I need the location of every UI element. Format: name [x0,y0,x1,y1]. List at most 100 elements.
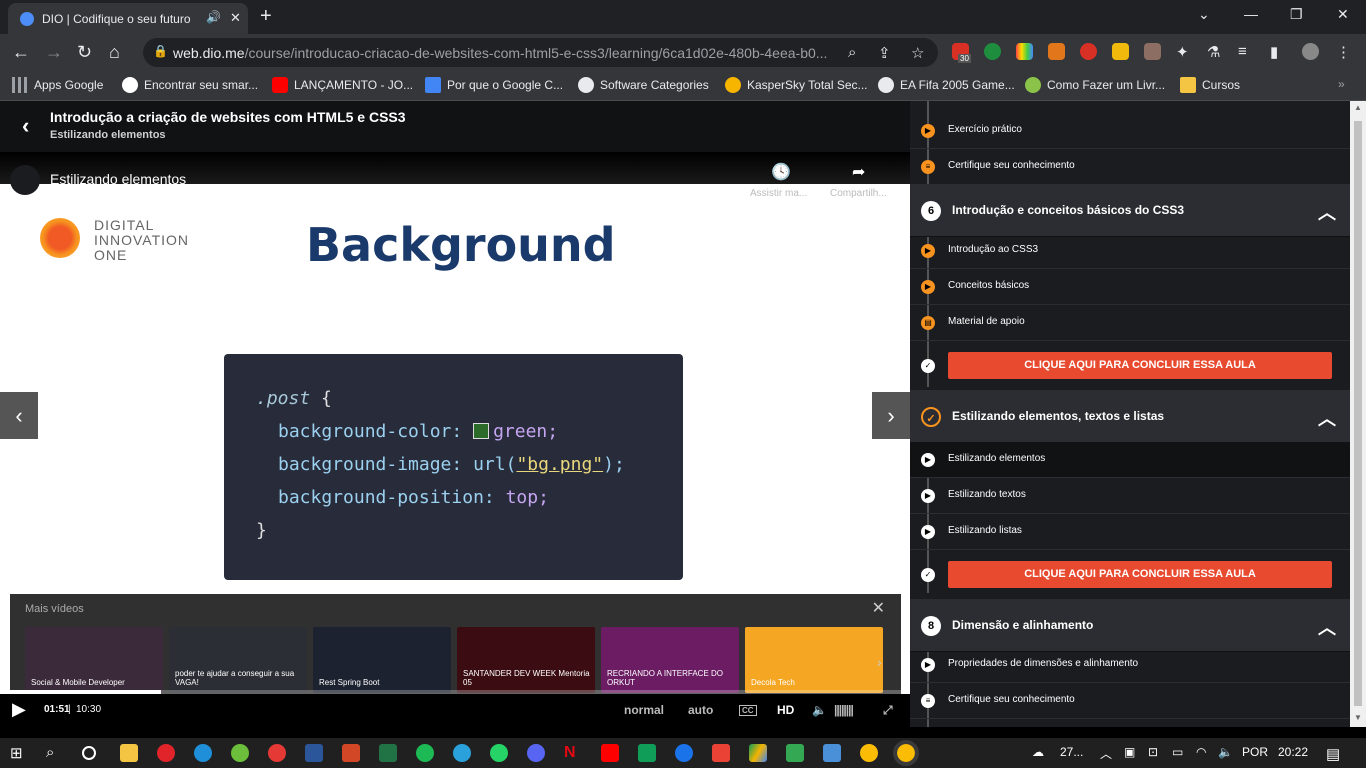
chevron-up-icon[interactable]: ︿ [1318,405,1336,431]
extension-binance-icon[interactable] [1112,43,1129,60]
watch-later-label[interactable]: Assistir ma... [750,188,807,199]
address-bar[interactable]: 🔒 web.dio.me/course/introducao-criacao-d… [143,38,938,67]
opera-icon[interactable] [157,744,175,762]
lesson-item[interactable]: ▤ Material de apoio [910,305,1350,341]
scroll-down-icon[interactable]: ▼ [1354,713,1362,722]
sheets-icon[interactable] [638,744,656,762]
app-green-icon[interactable] [786,744,804,762]
back-arrow-icon[interactable]: ← [12,42,30,63]
language-indicator[interactable]: POR [1242,745,1268,759]
lesson-item[interactable]: ▶ Exercício prático [910,113,1350,149]
clock[interactable]: 20:22 [1278,745,1308,759]
section-header[interactable]: 6 Introdução e conceitos básicos do CSS3… [910,185,1350,237]
youtube-icon[interactable] [601,744,619,762]
video-thumb[interactable]: poder te ajudar a conseguir a sua VAGA! [169,627,307,693]
weather-temp[interactable]: 27... [1060,745,1083,759]
video-title[interactable]: Estilizando elementos [50,171,186,187]
chevron-up-icon[interactable]: ︿ [1318,199,1336,225]
video-thumb[interactable]: Decola Tech [745,627,883,693]
chevron-up-icon[interactable]: ︿ [1318,614,1336,640]
utorrent-icon[interactable] [231,744,249,762]
section-header[interactable]: 8 Dimensão e alinhamento ︿ [910,600,1350,652]
telegram-icon[interactable] [453,744,471,762]
wifi-icon[interactable]: ◠ [1196,745,1206,759]
weather-icon[interactable]: ☁ [1032,745,1044,759]
sidebar-scrollbar[interactable]: ▲ ▼ [1350,101,1366,727]
video-thumb[interactable]: RECRIANDO A INTERFACE DO ORKUT [601,627,739,693]
extension-red-icon[interactable] [1080,43,1097,60]
captions-button[interactable]: CC [739,705,757,716]
tray-network-icon[interactable]: ⊡ [1148,745,1158,759]
next-video-button[interactable]: › [872,392,910,439]
search-icon[interactable]: ⌕ [46,744,64,762]
side-panel-icon[interactable]: ▮ [1270,43,1287,61]
discord-icon[interactable] [527,744,545,762]
cortana-icon[interactable] [82,746,96,760]
lesson-item-active[interactable]: ▶ Estilizando elementos [910,442,1350,478]
google-drive-icon[interactable] [749,744,767,762]
share-arrow-icon[interactable]: ➦ [852,162,865,182]
gmail-icon[interactable] [712,744,730,762]
profile-avatar[interactable] [1302,43,1319,60]
video-thumb[interactable]: SANTANDER DEV WEEK Mentoria 05 [457,627,595,693]
search-icon[interactable]: ⌕ [848,44,856,61]
play-icon[interactable]: ▶ [12,699,26,720]
volume-icon[interactable]: 🔈 [1218,745,1233,759]
complete-lesson-button[interactable]: CLIQUE AQUI PARA CONCLUIR ESSA AULA [948,352,1332,379]
minimize-button[interactable]: — [1244,6,1258,22]
restore-button[interactable]: ❐ [1290,6,1303,23]
volume-icon[interactable]: 🔈 [812,703,827,717]
netflix-icon[interactable]: N [564,744,582,762]
metamask-icon[interactable] [1048,43,1065,60]
powerpoint-icon[interactable] [342,744,360,762]
bookmark-ea-fifa[interactable]: EA Fifa 2005 Game... [878,77,1015,93]
fullscreen-icon[interactable]: ⤢ [883,703,893,718]
lesson-item[interactable]: ▶ Propriedades de dimensões e alinhamento [910,647,1350,683]
video-player[interactable]: Estilizando elementos 🕓 Assistir ma... ➦… [0,152,910,727]
chrome-icon[interactable] [860,744,878,762]
media-queue-icon[interactable]: ≡ [1238,43,1255,60]
thumbs-next-icon[interactable]: › [877,654,882,670]
tray-app-icon[interactable]: ▣ [1124,745,1135,759]
notifications-icon[interactable]: ▤ [1326,745,1340,763]
battery-icon[interactable]: ▭ [1172,745,1183,759]
lesson-item[interactable]: ▶ Introdução ao CSS3 [910,233,1350,269]
file-explorer-icon[interactable] [120,744,138,762]
bookmark-software-categories[interactable]: Software Categories [578,77,709,93]
lesson-item[interactable]: ▶ Conceitos básicos [910,269,1350,305]
quality-auto-button[interactable]: auto [688,703,713,717]
new-tab-button[interactable]: + [260,5,272,28]
home-icon[interactable]: ⌂ [109,42,120,63]
extension-dollar-icon[interactable] [984,43,1001,60]
lesson-item[interactable]: ≡ Certifique seu conhecimento [910,683,1350,719]
lesson-item[interactable]: ≡ Certifique seu conhecimento [910,149,1350,185]
clock-icon[interactable]: 🕓 [771,162,791,182]
scroll-up-icon[interactable]: ▲ [1354,103,1362,112]
extension-color-icon[interactable] [1016,43,1033,60]
labs-flask-icon[interactable]: ⚗ [1207,43,1224,61]
extensions-puzzle-icon[interactable]: ✦ [1176,43,1193,61]
bookmark-cursos[interactable]: Cursos [1180,77,1240,93]
previous-video-button[interactable]: ‹ [0,392,38,439]
chrome-active-icon[interactable] [893,740,919,766]
windows-start-icon[interactable]: ⊞ [10,744,28,762]
quality-normal-button[interactable]: normal [624,703,664,717]
bookmark-star-icon[interactable]: ☆ [911,44,924,62]
app-blue-icon[interactable] [675,744,693,762]
bookmark-lancamento[interactable]: LANÇAMENTO - JO... [272,77,413,93]
video-thumb[interactable]: Social & Mobile Developer [25,627,163,693]
volume-slider[interactable]: |||||||| [834,703,854,717]
share-label[interactable]: Compartilh... [830,188,887,199]
share-icon[interactable]: ⇪ [878,44,891,62]
complete-lesson-button[interactable]: CLIQUE AQUI PARA CONCLUIR ESSA AULA [948,561,1332,588]
lesson-item[interactable]: ▶ Estilizando listas [910,514,1350,550]
back-chevron-icon[interactable]: ‹ [22,113,29,139]
reload-icon[interactable]: ↻ [77,42,92,63]
tab-search-icon[interactable]: ⌄ [1198,6,1210,23]
app-monitor-icon[interactable] [823,744,841,762]
excel-icon[interactable] [379,744,397,762]
bookmark-por-que-google[interactable]: Por que o Google C... [425,77,563,93]
spotify-icon[interactable] [416,744,434,762]
tray-chevron-icon[interactable]: ︿ [1100,745,1112,762]
bookmark-como-fazer[interactable]: Como Fazer um Livr... [1025,77,1165,93]
